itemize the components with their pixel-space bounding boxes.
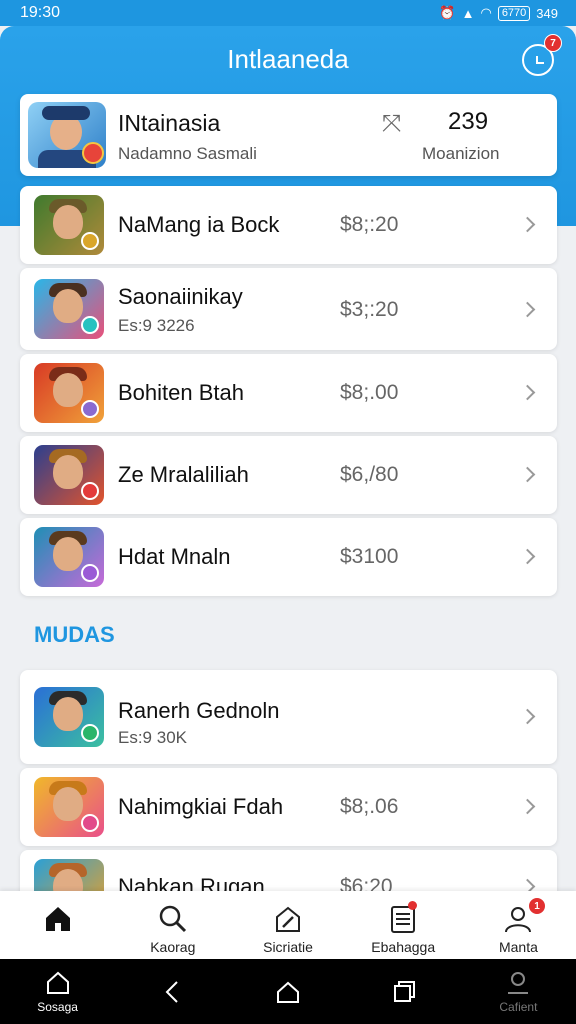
account-icon [508, 972, 529, 994]
hero-count-label: Moanizion [422, 144, 500, 163]
sort-icon[interactable]: ⤧ [382, 110, 401, 138]
hero-card[interactable]: INtainasia Nadamno Sasmali ⤧ 239 Moanizi… [20, 94, 557, 176]
chevron-right-icon [519, 384, 536, 401]
nav-label: Manta [498, 939, 538, 955]
nav-home[interactable] [0, 891, 115, 959]
item-subtitle: Es:9 3226 [118, 316, 195, 335]
unread-dot [407, 901, 417, 910]
bottom-nav: Kaorag Sicriatie Ebahagga 1 Manta [0, 891, 576, 959]
chevron-right-icon [519, 708, 536, 725]
chevron-right-icon [519, 301, 536, 318]
list-item[interactable]: Hdat Mnaln $3100 [20, 518, 557, 596]
notifications-button[interactable]: 7 [522, 34, 562, 76]
nav-profile[interactable]: 1 Manta [461, 891, 576, 959]
item-price: $8;.00 [340, 381, 399, 404]
item-thumbnail [34, 527, 104, 587]
list-item[interactable]: Nahimgkiai Fdah $8;.06 [20, 768, 557, 846]
item-thumbnail [34, 195, 104, 255]
item-title: Hdat Mnaln [118, 544, 231, 569]
wifi-icon: ◠ [480, 5, 492, 20]
nav-search[interactable]: Kaorag [115, 891, 230, 959]
hero-title: INtainasia [118, 110, 221, 136]
signal-icon: ▲ [461, 5, 475, 21]
sys-recents-button[interactable] [346, 959, 461, 1024]
hero-subtitle: Nadamno Sasmali [118, 144, 257, 163]
chevron-right-icon [519, 798, 536, 815]
status-time: 19:30 [20, 4, 61, 21]
sys-back-button[interactable] [115, 959, 230, 1024]
list-item[interactable]: Saonaiinikay Es:9 3226 $3;:20 [20, 268, 557, 350]
home-icon [45, 907, 70, 931]
item-title: Bohiten Btah [118, 380, 244, 405]
item-price: $6,/80 [340, 463, 399, 486]
list-item[interactable]: Ranerh Gednoln Es:9 30K [20, 670, 557, 764]
nav-label: Ebahagga [371, 939, 436, 955]
recents-icon [394, 980, 416, 1002]
chevron-right-icon [519, 466, 536, 483]
nav-label: Sicriatie [263, 939, 313, 955]
status-bar: 19:30 ⏰ ▲ ◠ 6770 349 [0, 0, 576, 26]
nav-create[interactable]: Sicriatie [230, 891, 345, 959]
item-title: Saonaiinikay [118, 284, 243, 309]
sys-label: Cafient [499, 1000, 538, 1014]
item-thumbnail [34, 687, 104, 747]
section-title: MUDAS [34, 622, 115, 647]
profile-badge: 1 [528, 897, 547, 915]
clock-icon [536, 56, 544, 64]
system-nav: Sosaga Cafient [0, 959, 576, 1024]
home-outline-icon [46, 971, 69, 994]
notification-badge: 7 [544, 34, 562, 52]
item-title: Nahimgkiai Fdah [118, 794, 284, 819]
sys-home-button[interactable] [230, 959, 345, 1024]
item-thumbnail [34, 363, 104, 423]
sys-label: Sosaga [37, 1000, 78, 1014]
item-title: Ranerh Gednoln [118, 698, 280, 723]
list-item[interactable]: Bohiten Btah $8;.00 [20, 354, 557, 432]
hero-count: 239 [448, 108, 489, 135]
chevron-right-icon [519, 216, 536, 233]
nav-list[interactable]: Ebahagga [346, 891, 461, 959]
item-price: $8;.06 [340, 795, 399, 818]
item-price: $3100 [340, 545, 399, 568]
nav-label: Kaorag [150, 939, 196, 955]
item-thumbnail [34, 445, 104, 505]
item-subtitle: Es:9 30K [118, 728, 187, 747]
back-icon [165, 980, 178, 1003]
status-icons: ⏰ ▲ ◠ 6770 349 [439, 5, 558, 21]
item-price: $8;:20 [340, 213, 399, 236]
battery-value: 349 [536, 5, 558, 21]
list-item[interactable]: Ze Mralaliliah $6,/80 [20, 436, 557, 514]
sys-account[interactable]: Cafient [461, 959, 576, 1024]
search-icon [159, 905, 186, 933]
sys-home-tab[interactable]: Sosaga [0, 959, 115, 1024]
item-title: Ze Mralaliliah [118, 462, 249, 487]
item-thumbnail [34, 279, 104, 339]
edit-icon [276, 906, 300, 932]
item-price: $3;:20 [340, 298, 399, 321]
item-thumbnail [34, 777, 104, 837]
list-item[interactable]: NaMang ia Bock $8;:20 [20, 186, 557, 264]
battery-icon: 6770 [497, 5, 531, 21]
chevron-right-icon [519, 548, 536, 565]
hero-avatar [28, 102, 106, 168]
app-title: Intlaaneda [227, 44, 349, 74]
alarm-icon: ⏰ [439, 5, 456, 20]
item-title: NaMang ia Bock [118, 212, 280, 237]
home-button-icon [277, 981, 299, 1003]
